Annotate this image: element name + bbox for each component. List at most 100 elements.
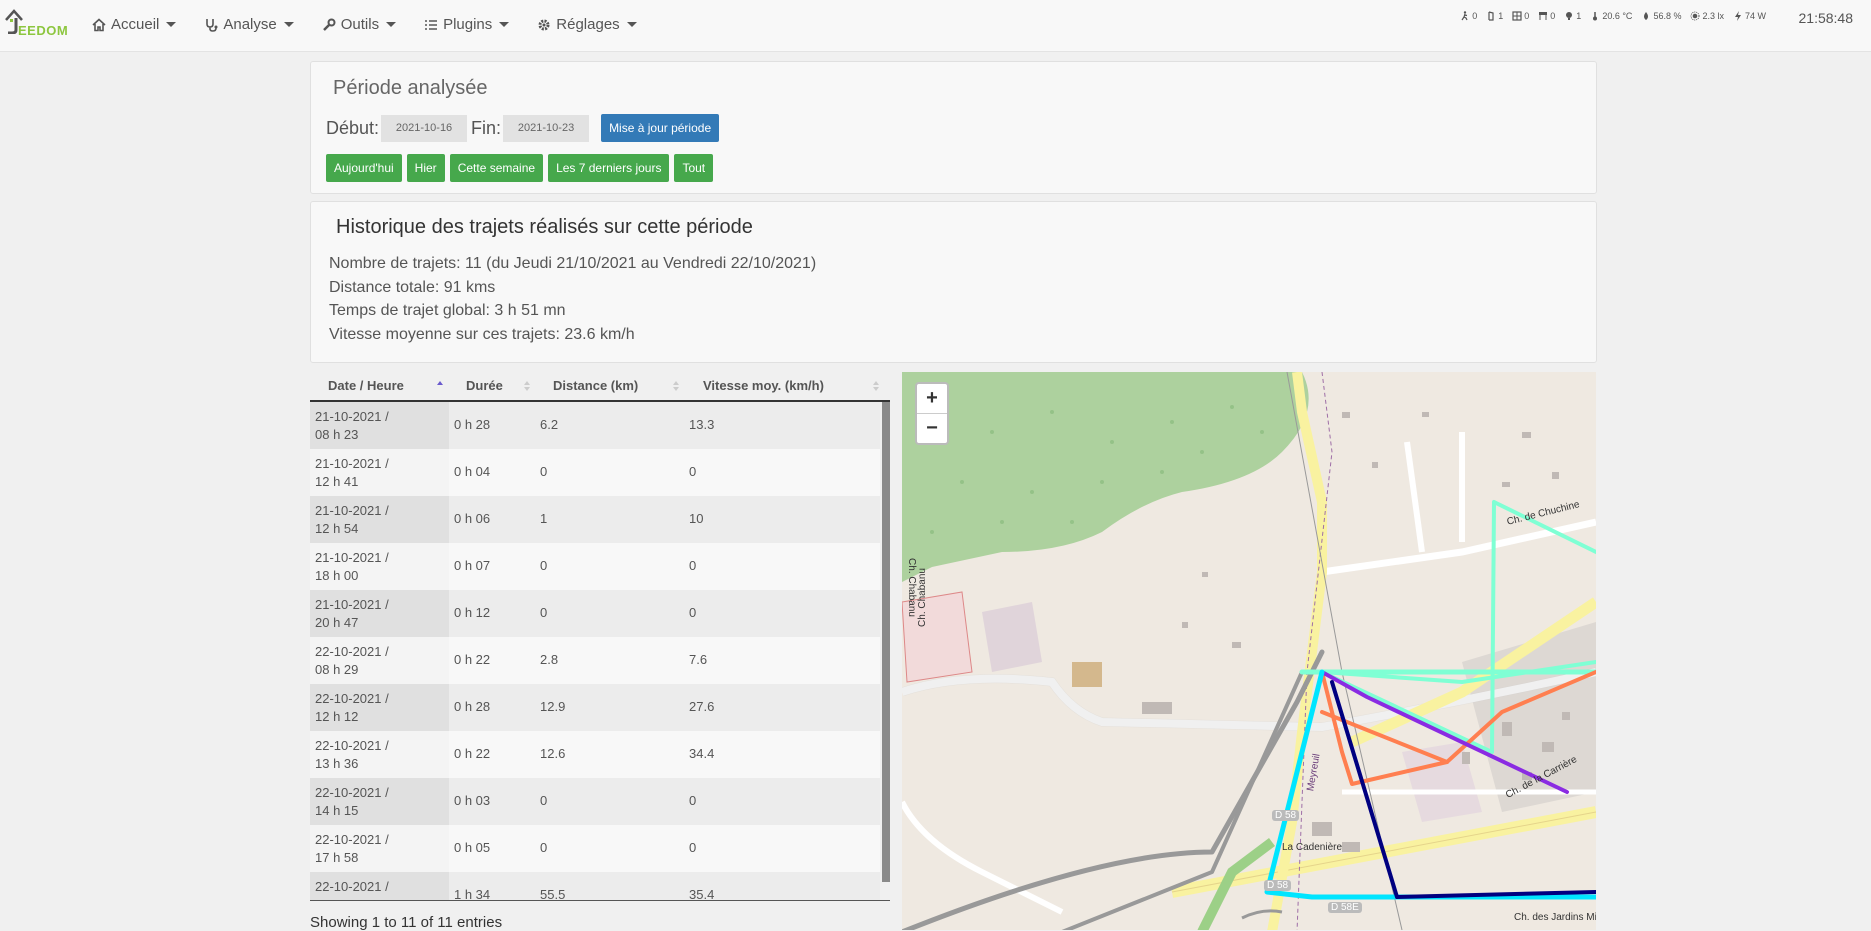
top-navbar: EEDOM Accueil Analyse Outils Plugins Rég… [0,0,1871,52]
table-row[interactable]: 22-10-2021 / 13 h 36 0 h 22 12.6 34.4 [310,731,880,779]
cell-duree: 0 h 22 [454,746,491,761]
cell-distance: 0 [540,793,548,808]
col-duree-header[interactable]: Durée [466,378,503,393]
cell-vitesse: 35.4 [689,887,715,901]
trips-map[interactable]: + − Ch. de Chuchine Ch. Chabanu Ch. Chab… [902,372,1596,930]
status-humidity[interactable]: 56.8 % [1641,11,1681,21]
menu-plugins[interactable]: Plugins [424,16,510,33]
table-row[interactable]: 21-10-2021 / 12 h 54 0 h 06 1 10 [310,496,880,544]
stat-trip-count: Nombre de trajets: 11 (du Jeudi 21/10/20… [329,255,817,272]
cell-vitesse: 0 [689,840,697,855]
col-date-header[interactable]: Date / Heure [328,378,404,393]
cell-date-time: 14 h 15 [315,803,359,818]
map-label-d58: D 58 [1272,810,1300,821]
cell-date: 21-10-2021 / 12 h 41 [310,449,449,496]
table-row[interactable]: 22-10-2021 / 17 h 58 0 h 05 0 0 [310,825,880,873]
cell-date-time: 13 h 36 [315,756,359,771]
quick-period-buttons: Aujourd'hui Hier Cette semaine Les 7 der… [326,154,714,182]
yesterday-button[interactable]: Hier [406,154,445,182]
status-door[interactable]: 1 [1486,11,1503,21]
status-window[interactable]: 0 [1512,11,1529,21]
sort-both-icon[interactable] [672,380,680,392]
map-canvas[interactable] [902,372,1596,930]
menu-outils[interactable]: Outils [322,16,397,33]
table-row[interactable]: 22-10-2021 / 08 h 29 0 h 22 2.8 7.6 [310,637,880,685]
chevron-down-icon [499,22,510,27]
power-icon [1734,11,1741,21]
sort-both-icon[interactable] [872,380,880,392]
table-body: 21-10-2021 / 08 h 23 0 h 28 6.2 13.3 21-1… [310,402,890,901]
menu-accueil[interactable]: Accueil [92,16,177,33]
cell-duree: 0 h 05 [454,840,491,855]
table-row[interactable]: 22-10-2021 / 1 h 34 55.5 35.4 [310,872,880,901]
zoom-in-button[interactable]: + [917,384,947,413]
sort-asc-icon[interactable] [436,380,444,392]
stat-total-time: Temps de trajet global: 3 h 51 mn [329,302,566,319]
menu-analyse[interactable]: Analyse [204,16,294,33]
status-window-value: 0 [1524,11,1530,21]
update-period-button[interactable]: Mise à jour période [601,114,720,142]
status-motion[interactable]: 0 [1460,11,1477,21]
status-light[interactable]: 1 [1564,11,1581,21]
cell-date-day: 22-10-2021 / [315,785,389,800]
jeedom-logo[interactable]: EEDOM [4,8,76,42]
map-label-d58-2: D 58 [1264,880,1292,891]
menu-reglages[interactable]: Réglages [537,16,637,33]
status-shutter[interactable]: 0 [1538,11,1555,21]
status-door-value: 1 [1498,11,1504,21]
cell-date-day: 22-10-2021 / [315,738,389,753]
table-scrollbar[interactable] [882,402,890,882]
list-icon [425,19,438,30]
status-temperature[interactable]: 20.6 °C [1590,11,1632,21]
trips-table: Date / Heure Durée Distance (km) Vitesse… [310,372,890,901]
col-distance-header[interactable]: Distance (km) [553,378,638,393]
col-vitesse-header[interactable]: Vitesse moy. (km/h) [703,378,824,393]
cell-date-day: 22-10-2021 / [315,644,389,659]
status-shutter-value: 0 [1550,11,1556,21]
status-temperature-value: 20.6 °C [1602,11,1633,21]
luminosity-icon [1690,11,1700,21]
table-row[interactable]: 22-10-2021 / 12 h 12 0 h 28 12.9 27.6 [310,684,880,732]
zoom-out-button[interactable]: − [917,413,947,443]
this-week-button[interactable]: Cette semaine [449,154,544,182]
table-row[interactable]: 21-10-2021 / 12 h 41 0 h 04 0 0 [310,449,880,497]
cell-date-time: 17 h 58 [315,850,359,865]
cell-date-day: 21-10-2021 / [315,597,389,612]
main-menu: Accueil Analyse Outils Plugins Réglages [92,16,665,33]
status-power[interactable]: 74 W [1733,11,1766,21]
cell-date-day: 22-10-2021 / [315,832,389,847]
periode-title: Période analysée [333,77,488,99]
table-row[interactable]: 22-10-2021 / 14 h 15 0 h 03 0 0 [310,778,880,826]
cell-distance: 6.2 [540,417,559,432]
cell-vitesse: 0 [689,464,697,479]
map-label-cadeniere: La Cadenière [1282,842,1343,853]
cell-vitesse: 10 [689,511,704,526]
shutter-icon [1539,12,1548,20]
fin-date-input[interactable]: 2021-10-23 [503,114,590,142]
chevron-down-icon [166,22,177,27]
sort-both-icon[interactable] [523,380,531,392]
cell-date: 21-10-2021 / 20 h 47 [310,590,449,637]
menu-plugins-label: Plugins [443,16,493,33]
table-header: Date / Heure Durée Distance (km) Vitesse… [310,372,890,402]
trip-stats: Nombre de trajets: 11 (du Jeudi 21/10/20… [329,252,816,346]
table-row[interactable]: 21-10-2021 / 20 h 47 0 h 12 0 0 [310,590,880,638]
cell-date: 22-10-2021 / 14 h 15 [310,778,449,825]
cell-distance: 0 [540,840,548,855]
table-row[interactable]: 21-10-2021 / 08 h 23 0 h 28 6.2 13.3 [310,402,880,450]
status-humidity-value: 56.8 % [1653,11,1682,21]
stat-total-distance: Distance totale: 91 kms [329,278,496,296]
debut-date-input[interactable]: 2021-10-16 [381,114,468,142]
last-7-days-button[interactable]: Les 7 derniers jours [548,154,670,182]
status-luminosity[interactable]: 2.3 lx [1690,11,1724,21]
stethoscope-icon [206,18,218,32]
menu-analyse-label: Analyse [223,16,277,33]
cell-duree: 0 h 22 [454,652,491,667]
today-button[interactable]: Aujourd'hui [326,154,402,182]
all-button[interactable]: Tout [674,154,714,182]
cell-vitesse: 7.6 [689,652,708,667]
cell-distance: 0 [540,558,548,573]
table-row[interactable]: 21-10-2021 / 18 h 00 0 h 07 0 0 [310,543,880,591]
window-icon [1512,11,1522,21]
menu-reglages-label: Réglages [556,16,620,33]
